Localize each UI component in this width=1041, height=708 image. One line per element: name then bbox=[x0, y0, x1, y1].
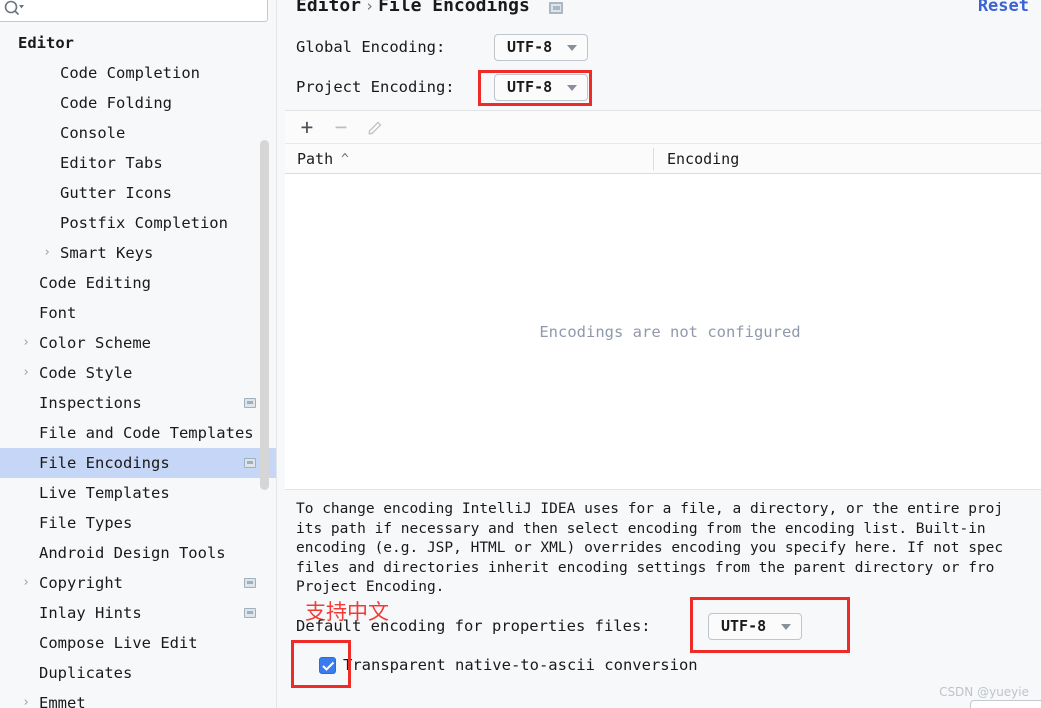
transparent-conversion-checkbox[interactable] bbox=[319, 657, 336, 674]
sidebar-item-label: Compose Live Edit bbox=[39, 634, 198, 652]
chevron-right-icon[interactable]: › bbox=[19, 358, 33, 388]
global-encoding-select[interactable]: UTF-8 bbox=[494, 34, 588, 61]
column-divider[interactable] bbox=[653, 148, 654, 170]
sidebar-item-label: File Types bbox=[39, 514, 133, 532]
settings-main-panel: Editor › File Encodings Reset Global Encod… bbox=[277, 0, 1041, 708]
sidebar-item-postfix-completion[interactable]: Postfix Completion bbox=[0, 208, 277, 238]
sidebar-item-font[interactable]: Font bbox=[0, 298, 277, 328]
sidebar-item-label: Code Style bbox=[39, 364, 133, 382]
reset-link[interactable]: Reset bbox=[978, 0, 1029, 20]
project-settings-badge-icon bbox=[244, 458, 256, 468]
sidebar-item-label: Color Scheme bbox=[39, 334, 151, 352]
sidebar-item-label: File Encodings bbox=[39, 454, 170, 472]
properties-encoding-value: UTF-8 bbox=[721, 617, 767, 635]
project-settings-badge-icon bbox=[244, 398, 256, 408]
sidebar-item-label: Smart Keys bbox=[60, 244, 154, 262]
properties-encoding-select[interactable]: UTF-8 bbox=[708, 613, 802, 640]
sidebar-item-label: Editor bbox=[18, 34, 74, 52]
sidebar-item-smart-keys[interactable]: › Smart Keys bbox=[0, 238, 277, 268]
chevron-right-icon[interactable]: › bbox=[19, 688, 33, 708]
project-encoding-select[interactable]: UTF-8 bbox=[494, 74, 588, 101]
properties-encoding-label: Default encoding for properties files: bbox=[296, 617, 651, 635]
sidebar-item-compose-live-edit[interactable]: Compose Live Edit bbox=[0, 628, 277, 658]
page-title: File Encodings bbox=[378, 0, 530, 16]
sidebar-item-label: Copyright bbox=[39, 574, 123, 592]
sidebar-item-label: Code Folding bbox=[60, 94, 172, 112]
sidebar-item-label: Gutter Icons bbox=[60, 184, 172, 202]
search-icon[interactable] bbox=[3, 0, 25, 18]
global-encoding-value: UTF-8 bbox=[507, 38, 553, 56]
sidebar-item-label: Code Editing bbox=[39, 274, 151, 292]
watermark: CSDN @yueyie bbox=[939, 685, 1029, 699]
chevron-down-icon bbox=[567, 45, 577, 51]
sidebar-item-code-completion[interactable]: Code Completion bbox=[0, 58, 277, 88]
sidebar-item-label: Inlay Hints bbox=[39, 604, 142, 622]
sidebar-scrollbar[interactable] bbox=[260, 140, 269, 490]
breadcrumb-separator: › bbox=[365, 0, 375, 15]
project-settings-badge-icon bbox=[549, 2, 563, 14]
search-box[interactable] bbox=[0, 0, 268, 22]
encodings-table-header: Path ^ Encoding bbox=[285, 144, 1041, 174]
sidebar-item-label: Console bbox=[60, 124, 126, 142]
sidebar-item-color-scheme[interactable]: › Color Scheme bbox=[0, 328, 277, 358]
empty-table-message: Encodings are not configured bbox=[539, 323, 801, 341]
sidebar-item-file-and-code-templates[interactable]: File and Code Templates bbox=[0, 418, 277, 448]
sidebar-item-code-editing[interactable]: Code Editing bbox=[0, 268, 277, 298]
sidebar-item-inlay-hints[interactable]: Inlay Hints bbox=[0, 598, 277, 628]
project-encoding-label: Project Encoding: bbox=[296, 78, 455, 96]
sidebar-item-label: Live Templates bbox=[39, 484, 170, 502]
encodings-table-panel: + − Path ^ Encoding Encodings are not co… bbox=[285, 110, 1041, 490]
project-encoding-value: UTF-8 bbox=[507, 78, 553, 96]
global-encoding-label: Global Encoding: bbox=[296, 38, 446, 56]
settings-sidebar: Editor Code Completion Code Folding Console… bbox=[0, 0, 277, 708]
breadcrumb: Editor › File Encodings bbox=[296, 0, 530, 20]
sidebar-item-label: Code Completion bbox=[60, 64, 200, 82]
sidebar-item-copyright[interactable]: › Copyright bbox=[0, 568, 277, 598]
chevron-down-icon bbox=[781, 624, 791, 630]
sidebar-item-live-templates[interactable]: Live Templates bbox=[0, 478, 277, 508]
search-input[interactable] bbox=[27, 0, 263, 21]
chevron-right-icon[interactable]: › bbox=[19, 568, 33, 598]
chevron-right-icon[interactable]: › bbox=[40, 238, 54, 268]
settings-dialog: Editor Code Completion Code Folding Console… bbox=[0, 0, 1041, 708]
sidebar-item-file-encodings[interactable]: File Encodings bbox=[0, 448, 277, 478]
sidebar-item-code-folding[interactable]: Code Folding bbox=[0, 88, 277, 118]
sidebar-item-label: Postfix Completion bbox=[60, 214, 228, 232]
minus-icon[interactable]: − bbox=[327, 114, 355, 141]
sidebar-item-emmet[interactable]: › Emmet bbox=[0, 688, 277, 708]
sidebar-item-android-design-tools[interactable]: Android Design Tools bbox=[0, 538, 277, 568]
project-settings-badge-icon bbox=[244, 608, 256, 618]
chevron-down-icon bbox=[567, 85, 577, 91]
sidebar-item-label: Duplicates bbox=[39, 664, 133, 682]
plus-icon[interactable]: + bbox=[293, 114, 321, 141]
description-text: To change encoding IntelliJ IDEA uses fo… bbox=[296, 501, 1004, 595]
chevron-right-icon[interactable]: › bbox=[19, 328, 33, 358]
sidebar-item-label: Emmet bbox=[39, 694, 86, 708]
sidebar-item-gutter-icons[interactable]: Gutter Icons bbox=[0, 178, 277, 208]
sidebar-item-file-types[interactable]: File Types bbox=[0, 508, 277, 538]
transparent-conversion-label: Transparent native-to-ascii conversion bbox=[343, 656, 698, 674]
sidebar-item-label: File and Code Templates bbox=[39, 424, 254, 442]
sidebar-item-label: Android Design Tools bbox=[39, 544, 226, 562]
caret-up-icon: ^ bbox=[341, 152, 349, 167]
sidebar-item-duplicates[interactable]: Duplicates bbox=[0, 658, 277, 688]
sidebar-item-code-style[interactable]: › Code Style bbox=[0, 358, 277, 388]
encodings-toolbar: + − bbox=[285, 111, 1041, 144]
column-header-encoding[interactable]: Encoding bbox=[667, 144, 739, 174]
column-header-path[interactable]: Path bbox=[297, 144, 333, 174]
breadcrumb-root[interactable]: Editor bbox=[296, 0, 361, 16]
project-settings-badge-icon bbox=[244, 578, 256, 588]
sidebar-item-label: Font bbox=[39, 304, 77, 322]
sidebar-item-editor-tabs[interactable]: Editor Tabs bbox=[0, 148, 277, 178]
sidebar-item-label: Editor Tabs bbox=[60, 154, 163, 172]
sidebar-item-label: Inspections bbox=[39, 394, 142, 412]
settings-tree[interactable]: Editor Code Completion Code Folding Console… bbox=[0, 28, 277, 708]
sidebar-item-editor[interactable]: Editor bbox=[0, 28, 277, 58]
sidebar-item-console[interactable]: Console bbox=[0, 118, 277, 148]
bottom-field[interactable] bbox=[970, 700, 1041, 708]
sidebar-item-inspections[interactable]: Inspections bbox=[0, 388, 277, 418]
pencil-icon[interactable] bbox=[361, 114, 389, 141]
